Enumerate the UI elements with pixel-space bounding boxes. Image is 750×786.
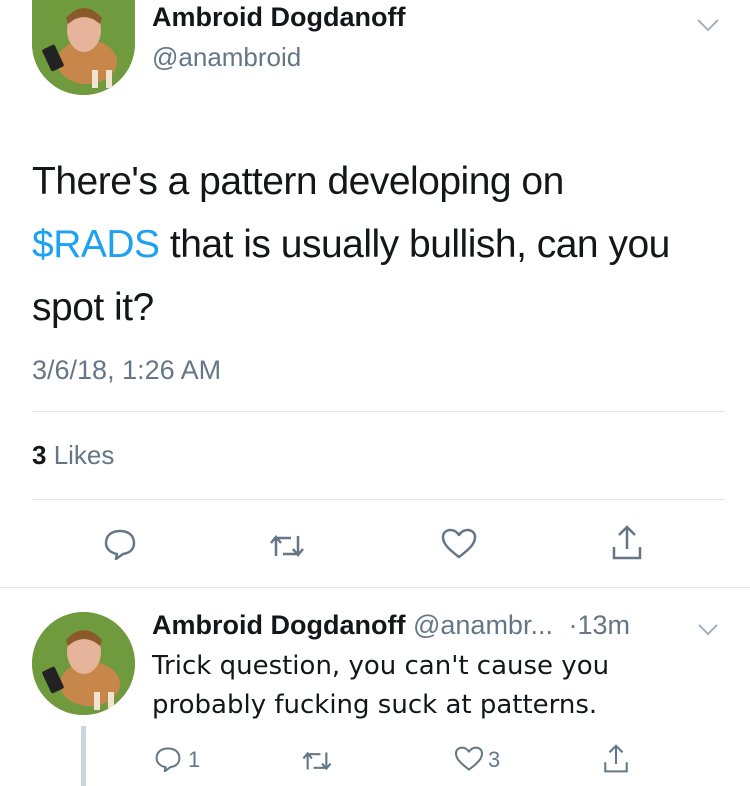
like-count: 3: [488, 747, 501, 772]
thread-line: [81, 726, 86, 786]
retweet-icon[interactable]: [265, 526, 309, 566]
like-icon[interactable]: [453, 744, 485, 774]
chevron-down-icon[interactable]: [694, 14, 722, 36]
like-icon[interactable]: [438, 524, 480, 564]
divider: [32, 411, 725, 412]
reply-text: Trick question, you can't cause you prob…: [152, 647, 609, 725]
avatar[interactable]: [32, 0, 135, 95]
tweet-text-line2-rest: that is usually bullish, can you: [159, 223, 670, 266]
retweet-icon[interactable]: [298, 746, 336, 776]
likes-count: 3: [32, 440, 47, 470]
author-handle[interactable]: @anambroid: [152, 42, 301, 73]
reply-icon[interactable]: [153, 744, 183, 774]
likes-label: Likes: [46, 440, 115, 470]
author-name[interactable]: Ambroid Dogdanoff: [152, 2, 405, 33]
chevron-down-icon[interactable]: [694, 618, 722, 640]
reply-time: ·13m: [568, 610, 630, 640]
share-icon[interactable]: [600, 742, 632, 776]
reply-text-line2: probably fucking suck at patterns.: [152, 690, 598, 720]
divider: [32, 499, 725, 500]
divider: [0, 587, 750, 588]
tweet-text-line3: spot it?: [32, 286, 154, 329]
tweet-timestamp: 3/6/18, 1:26 AM: [32, 355, 222, 385]
reply-text-line1: Trick question, you can't cause you: [152, 651, 610, 681]
reply-author-name[interactable]: Ambroid Dogdanoff: [152, 610, 405, 640]
tweet-text-line2: $RADS that is usually bullish, can you: [32, 213, 670, 276]
reply-author-handle[interactable]: @anambr...: [413, 610, 553, 640]
likes-stat[interactable]: 3 Likes: [32, 440, 114, 471]
tweet-text-line1: There's a pattern developing on: [32, 160, 564, 203]
reply-count: 1: [188, 747, 201, 772]
reply-icon[interactable]: [100, 524, 140, 564]
cashtag-link[interactable]: $RADS: [32, 223, 160, 266]
avatar[interactable]: [32, 612, 135, 715]
reply-header: Ambroid Dogdanoff @anambr... ·13m: [152, 610, 630, 641]
tweet-text: There's a pattern developing on $RADS th…: [32, 150, 670, 339]
share-icon[interactable]: [606, 521, 648, 565]
